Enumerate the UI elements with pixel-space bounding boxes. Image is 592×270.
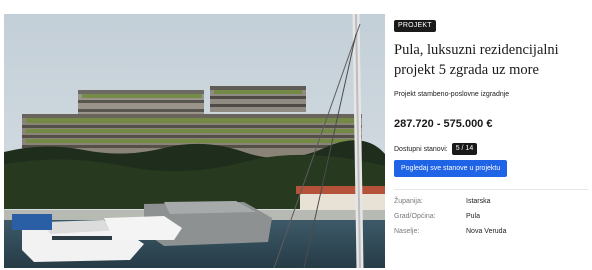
detail-key: Županija: [394,198,423,205]
marina-building-image [4,14,385,268]
view-all-apartments-button[interactable]: Pogledaj sve stanove u projektu [394,160,508,177]
detail-key: Naselje: [394,228,420,235]
detail-value: Pula [466,213,481,220]
detail-value: Nova Veruda [466,228,507,235]
project-info-panel: PROJEKT Pula, luksuzni rezidencijalni pr… [394,14,588,242]
availability: Dostupni stanovi: 5 / 14 [394,143,588,155]
location-details: Županija: Istarska Grad/Općina: Pula Nas… [394,197,588,236]
project-title: Pula, luksuzni rezidencijalni projekt 5 … [394,42,559,78]
availability-count-badge: 5 / 14 [451,143,478,155]
detail-row-county: Županija: Istarska [394,197,588,206]
divider [394,189,588,190]
detail-row-neighborhood: Naselje: Nova Veruda [394,227,588,236]
detail-row-city: Grad/Općina: Pula [394,212,588,221]
project-badge: PROJEKT [394,20,436,32]
detail-key: Grad/Općina: [394,213,436,220]
price-range: 287.720 - 575.000 € [394,118,493,130]
availability-label: Dostupni stanovi: [394,145,448,153]
detail-value: Istarska [466,198,491,205]
project-subtitle: Projekt stambeno-poslovne izgradnje [394,91,510,98]
project-photo[interactable] [4,14,385,268]
